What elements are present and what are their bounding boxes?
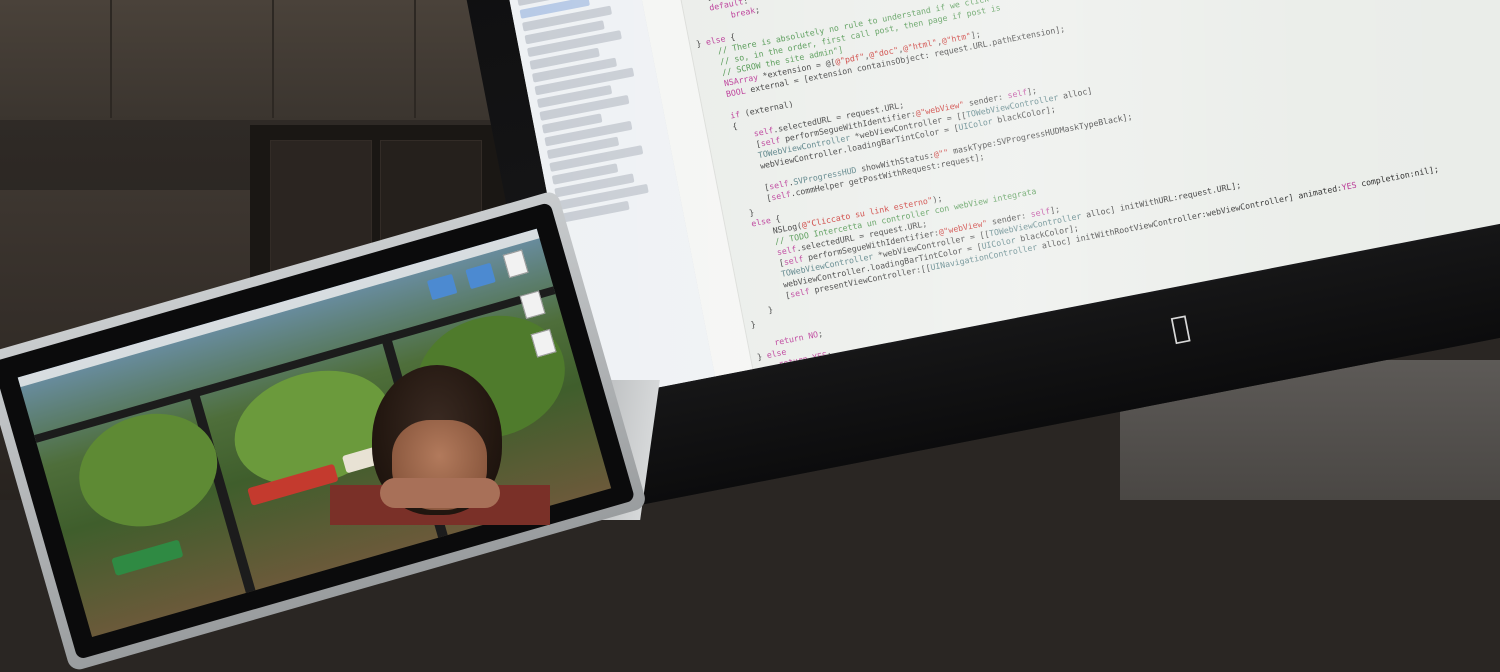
person-hand: [380, 478, 500, 508]
file-icon[interactable]: [502, 249, 529, 279]
wall-panel: [0, 0, 112, 118]
folder-icon[interactable]: [426, 273, 458, 301]
apple-logo-icon: : [1157, 305, 1204, 352]
folder-icon[interactable]: [465, 262, 496, 290]
market-awning: [111, 539, 184, 577]
wall-panel: [112, 0, 274, 118]
wall-panel: [274, 0, 416, 118]
